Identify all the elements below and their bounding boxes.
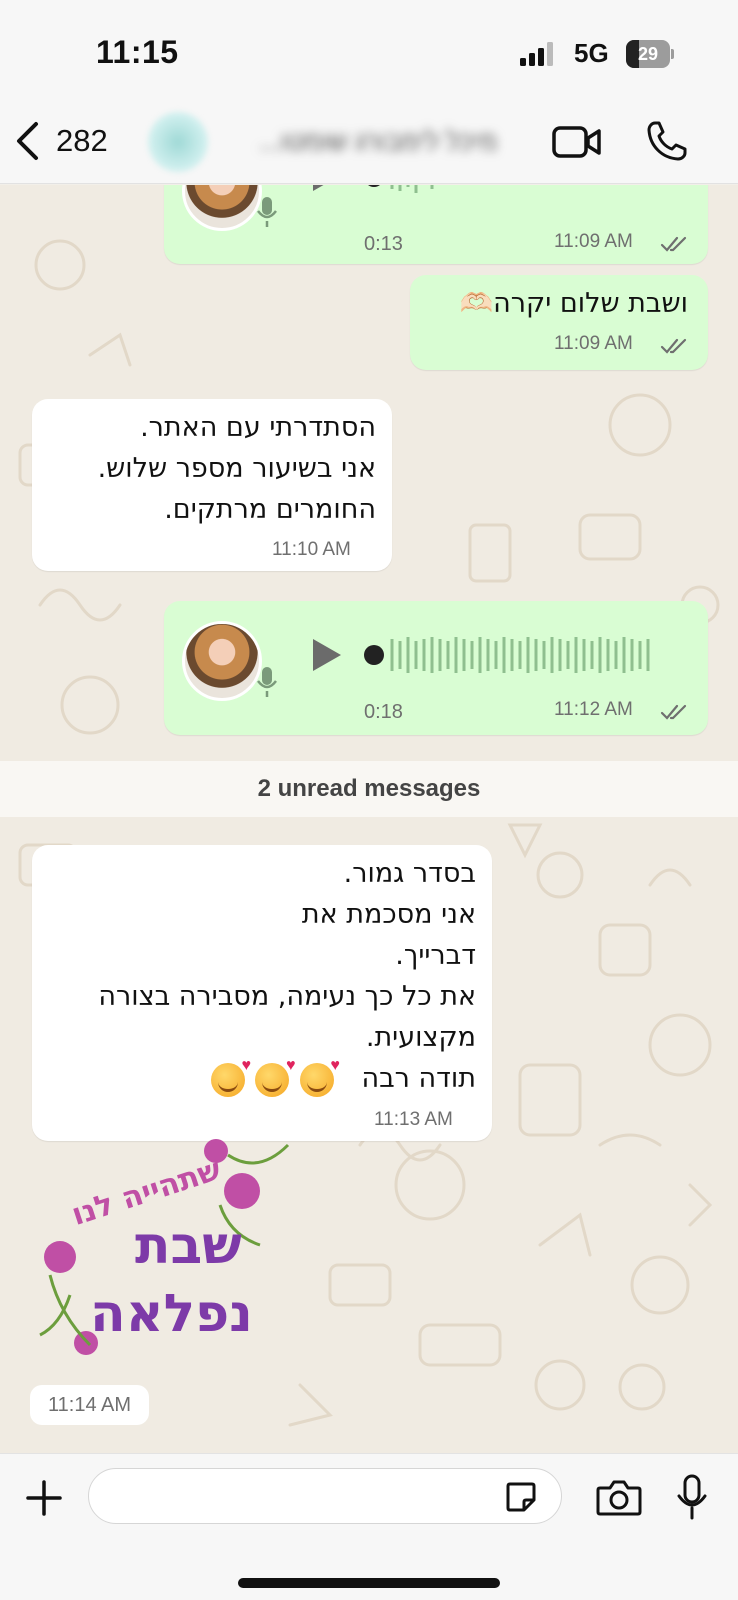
chevron-left-icon [17, 122, 38, 160]
read-receipt-icon [660, 704, 687, 720]
message-text: הסתדרתי עם האתר. אני בשיעור מספר שלוש. ה… [97, 412, 376, 525]
battery-level: 29 [637, 44, 659, 64]
voice-message[interactable]: 0:13 11:09 AM [164, 185, 708, 264]
message-time: 11:09 AM [554, 231, 633, 252]
play-icon[interactable] [310, 637, 344, 673]
read-receipt-icon [660, 338, 687, 354]
sender-avatar [182, 621, 262, 701]
smiling-face-with-hearts-icon [211, 1057, 251, 1097]
unread-messages-banner: 2 unread messages [0, 761, 738, 817]
message-bubble[interactable]: ושבת שלום יקרה🫶🏻 11:09 AM [410, 275, 708, 370]
status-time: 11:15 [96, 34, 179, 70]
unread-chats-count: 282 [56, 123, 108, 158]
play-icon[interactable] [310, 185, 344, 193]
microphone-icon[interactable] [676, 1474, 708, 1520]
voice-duration: 0:18 [364, 701, 403, 723]
plus-icon[interactable] [24, 1478, 64, 1518]
emoji-row [208, 1057, 340, 1097]
message-time: 11:14 AM [30, 1385, 150, 1425]
chat-header: 282 מיכל לימבורג שומטו... [0, 100, 738, 184]
read-receipt-icon [660, 236, 687, 252]
message-bubble[interactable]: הסתדרתי עם האתר. אני בשיעור מספר שלוש. ה… [32, 399, 392, 571]
camera-icon[interactable] [596, 1478, 642, 1516]
sticker-icon[interactable] [504, 1480, 538, 1514]
sticker-line-2: שבת [135, 1216, 242, 1276]
message-time: 11:13 AM [374, 1109, 453, 1130]
battery-icon: 29 [626, 40, 674, 68]
microphone-icon [257, 667, 277, 697]
smiling-face-with-hearts-icon [255, 1057, 295, 1097]
network-type: 5G [574, 38, 609, 68]
cellular-signal-icon [520, 42, 553, 66]
audio-waveform [364, 637, 650, 673]
sender-avatar [182, 185, 262, 231]
back-button[interactable]: 282 [14, 116, 124, 166]
home-indicator [238, 1578, 500, 1588]
chat-messages[interactable]: 0:13 11:09 AM ושבת שלום יקרה🫶🏻 11:09 AM … [0, 185, 738, 1453]
smiling-face-with-hearts-icon [299, 1057, 340, 1097]
message-time: 11:10 AM [272, 539, 351, 560]
message-time: 11:12 AM [554, 699, 633, 720]
contact-avatar[interactable] [148, 112, 208, 172]
microphone-icon [257, 197, 277, 227]
voice-message[interactable]: 0:18 11:12 AM [164, 601, 708, 735]
audio-waveform [368, 185, 434, 193]
message-bubble[interactable]: בסדר גמור. אני מסכמת את דברייך. את כל כך… [32, 845, 492, 1141]
video-camera-icon[interactable] [552, 124, 602, 160]
message-composer [0, 1453, 738, 1600]
message-time: 11:09 AM [554, 333, 633, 354]
contact-name[interactable]: מיכל לימבורג שומטו... [228, 126, 528, 158]
phone-icon[interactable] [646, 120, 688, 162]
shabbat-sticker[interactable]: שתהייה לנו שבת נפלאה [30, 1135, 300, 1365]
message-input[interactable] [88, 1468, 562, 1524]
sticker-line-3: נפלאה [90, 1284, 253, 1344]
message-text: ושבת שלום יקרה🫶🏻 [459, 288, 688, 319]
status-bar: 11:15 5G 29 [0, 0, 738, 100]
voice-duration: 0:13 [364, 233, 403, 255]
